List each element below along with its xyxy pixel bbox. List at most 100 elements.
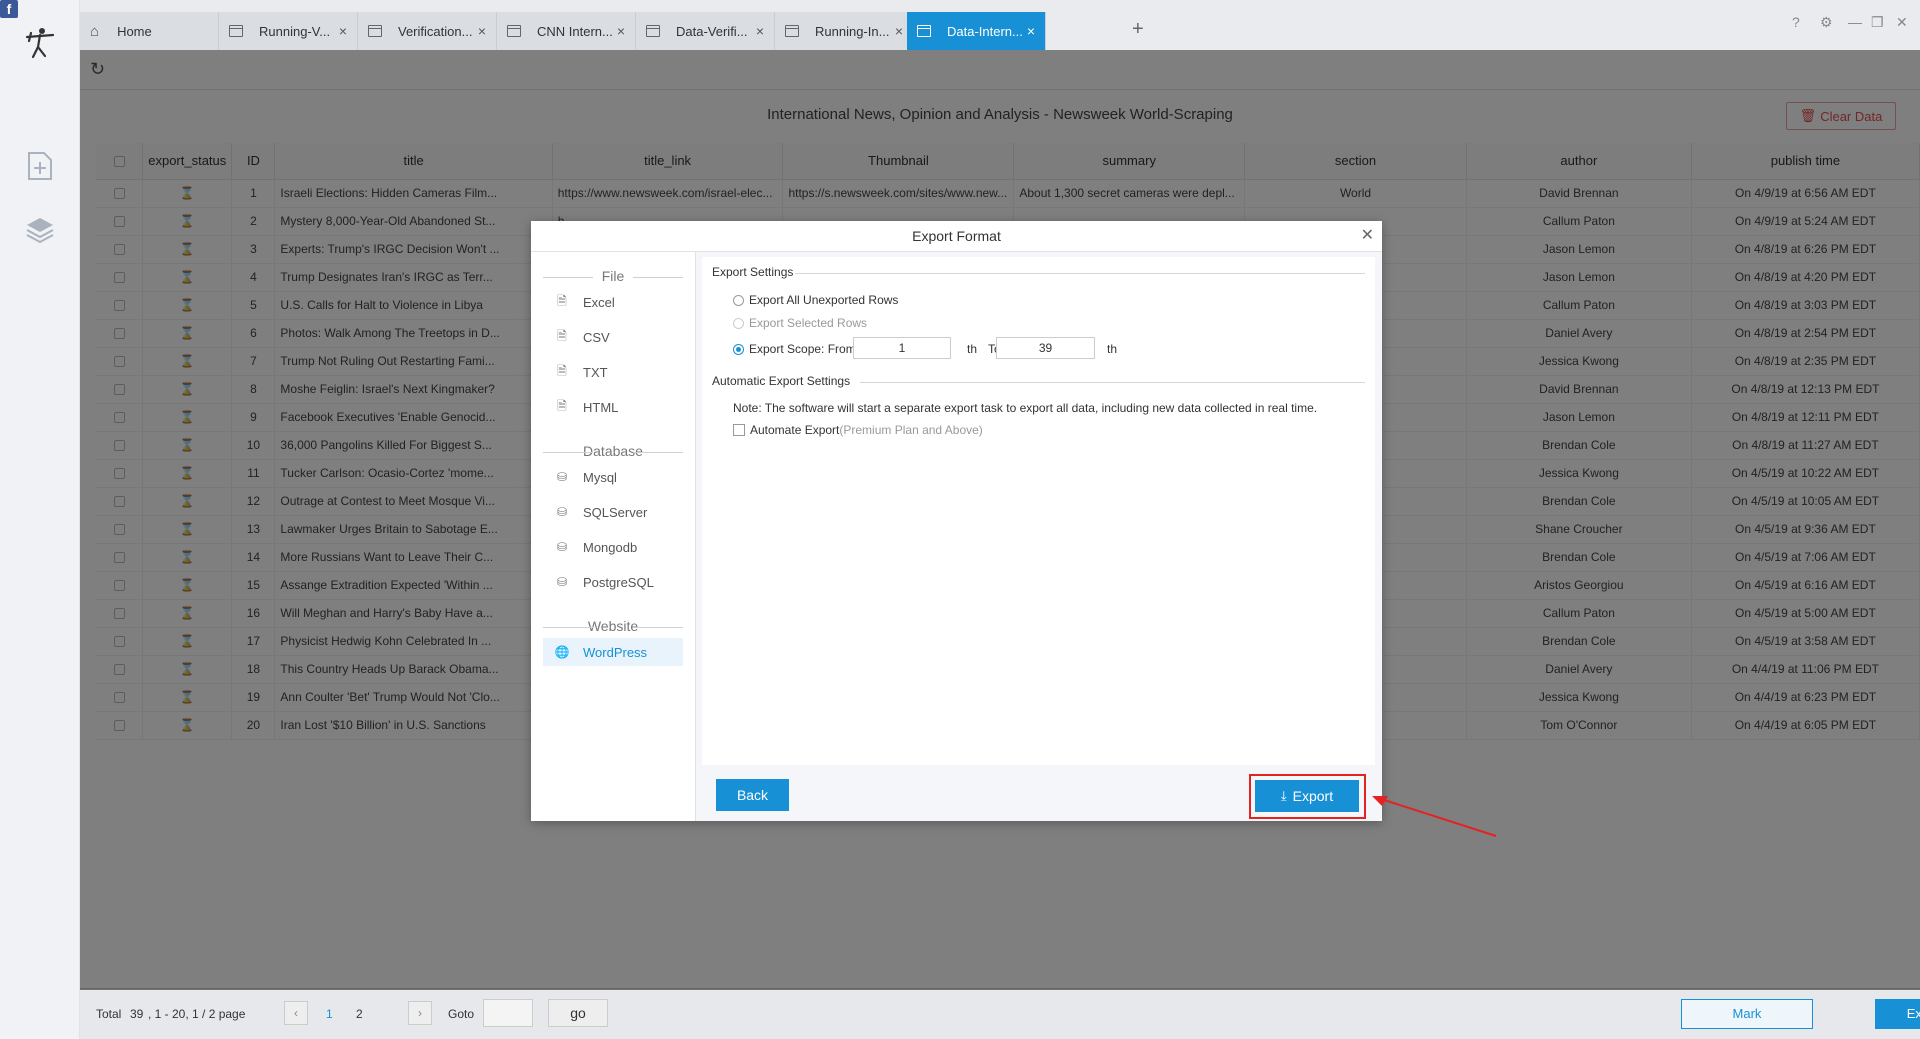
- scope-th-label: th: [1107, 342, 1118, 356]
- export-settings-panel: Export Settings Export All Unexported Ro…: [702, 257, 1375, 765]
- close-icon[interactable]: ×: [756, 23, 764, 39]
- mark-button[interactable]: Mark: [1681, 999, 1813, 1029]
- restore-icon[interactable]: ❐: [1871, 14, 1884, 31]
- close-icon[interactable]: ×: [339, 23, 347, 39]
- option-export-scope[interactable]: Export Scope: From: [733, 342, 856, 356]
- automate-export-checkbox[interactable]: [733, 424, 745, 436]
- radio-export-all[interactable]: [733, 294, 744, 306]
- goto-input[interactable]: [483, 999, 533, 1027]
- file-icon: 🗎: [557, 328, 567, 343]
- close-window-icon[interactable]: ✕: [1896, 14, 1908, 31]
- dialog-export-button[interactable]: ⤓ Export: [1255, 780, 1359, 812]
- window-icon: [917, 25, 931, 37]
- format-item-html[interactable]: 🗎 HTML: [543, 393, 683, 421]
- help-icon[interactable]: ?: [1792, 14, 1800, 30]
- go-button[interactable]: go: [548, 999, 608, 1027]
- gear-icon[interactable]: ⚙: [1820, 14, 1833, 31]
- database-icon: ⛁: [556, 575, 568, 589]
- tab-label: Verification...: [398, 23, 473, 39]
- next-page-icon[interactable]: ›: [408, 1001, 432, 1025]
- left-rail: f: [0, 0, 80, 1039]
- format-item-wordpress[interactable]: 🌐 WordPress: [543, 638, 683, 666]
- tab-label: Running-In...: [815, 23, 890, 39]
- format-label: HTML: [583, 399, 619, 415]
- total-label: Total: [96, 1007, 122, 1021]
- tab-home[interactable]: ⌂ Home: [80, 12, 219, 50]
- format-item-mysql[interactable]: ⛁ Mysql: [543, 463, 683, 491]
- tab-data-intern[interactable]: Data-Intern... ×: [907, 12, 1046, 50]
- scope-to-input[interactable]: 39: [996, 337, 1095, 359]
- close-icon[interactable]: ×: [1027, 23, 1035, 39]
- back-button[interactable]: Back: [716, 779, 789, 811]
- minimize-icon[interactable]: —: [1848, 14, 1862, 30]
- close-icon[interactable]: ×: [478, 23, 486, 39]
- option-export-all[interactable]: Export All Unexported Rows: [733, 293, 898, 307]
- format-label: PostgreSQL: [583, 574, 654, 590]
- format-item-csv[interactable]: 🗎 CSV: [543, 323, 683, 351]
- new-task-icon[interactable]: [22, 148, 58, 184]
- tab-cnn-intern[interactable]: CNN Intern... ×: [497, 12, 636, 50]
- tab-data-verifi[interactable]: Data-Verifi... ×: [636, 12, 775, 50]
- home-icon: ⌂: [90, 22, 100, 40]
- format-label: Mysql: [583, 469, 617, 485]
- website-section-header: Website: [543, 618, 683, 634]
- file-section-header: File: [543, 268, 683, 284]
- option-label: Export All Unexported Rows: [749, 293, 899, 307]
- tab-running-v[interactable]: Running-V... ×: [219, 12, 358, 50]
- database-icon: ⛁: [556, 540, 568, 554]
- format-item-mongodb[interactable]: ⛁ Mongodb: [543, 533, 683, 561]
- scope-from-input[interactable]: 1: [853, 337, 951, 359]
- pagination-footer: Total 39 , 1 - 20, 1 / 2 page ‹ 1 2 › Go…: [80, 988, 1920, 1039]
- format-label: SQLServer: [583, 504, 648, 520]
- format-item-postgresql[interactable]: ⛁ PostgreSQL: [543, 568, 683, 596]
- dialog-title: Export Format: [531, 221, 1382, 252]
- tab-label: Data-Verifi...: [676, 23, 748, 39]
- format-item-txt[interactable]: 🗎 TXT: [543, 358, 683, 386]
- file-icon: 🗎: [557, 363, 567, 378]
- tab-running-in[interactable]: Running-In... ×: [775, 12, 914, 50]
- add-tab-icon[interactable]: +: [1132, 18, 1144, 41]
- option-label: Export Selected Rows: [749, 316, 868, 330]
- option-label: Export Scope: From: [749, 342, 856, 356]
- app-logo-icon: [22, 24, 58, 60]
- download-icon: ⤓: [1280, 788, 1287, 803]
- close-icon[interactable]: ×: [895, 23, 903, 39]
- window-icon: [646, 25, 660, 37]
- divider: [860, 382, 1365, 383]
- facebook-icon[interactable]: f: [0, 0, 18, 18]
- tab-bar: ⌂ Home Running-V... × Verification... × …: [80, 0, 1920, 50]
- scope-th-label: th: [967, 342, 978, 356]
- layers-icon[interactable]: [22, 212, 58, 248]
- file-icon: 🗎: [557, 398, 567, 413]
- format-label: TXT: [583, 364, 608, 380]
- goto-label: Goto: [448, 1007, 475, 1021]
- format-item-sqlserver[interactable]: ⛁ SQLServer: [543, 498, 683, 526]
- auto-export-note: Note: The software will start a separate…: [733, 401, 1318, 415]
- globe-icon: 🌐: [554, 645, 570, 659]
- page-range: , 1 - 20, 1 / 2 page: [148, 1007, 246, 1021]
- pointer-arrow-icon: [1372, 796, 1497, 837]
- option-label: Automate Export: [750, 423, 840, 437]
- format-item-excel[interactable]: 🗎 Excel: [543, 288, 683, 316]
- file-icon: 🗎: [557, 293, 567, 308]
- export-settings-header: Export Settings: [712, 265, 794, 279]
- prev-page-icon[interactable]: ‹: [284, 1001, 308, 1025]
- format-label: Mongodb: [583, 539, 638, 555]
- close-icon[interactable]: ✕: [1361, 225, 1374, 245]
- footer-export-button[interactable]: Export: [1875, 999, 1920, 1029]
- tab-label: Home: [117, 23, 152, 39]
- export-label: Export: [1292, 788, 1334, 804]
- tab-label: Data-Intern...: [947, 23, 1023, 39]
- page-2[interactable]: 2: [356, 1007, 363, 1021]
- tab-verification[interactable]: Verification... ×: [358, 12, 497, 50]
- option-automate-export[interactable]: Automate Export (Premium Plan and Above): [733, 423, 983, 437]
- premium-note: (Premium Plan and Above): [839, 423, 983, 437]
- auto-export-settings-header: Automatic Export Settings: [712, 374, 851, 388]
- page-1[interactable]: 1: [326, 1007, 333, 1021]
- close-icon[interactable]: ×: [617, 23, 625, 39]
- radio-export-scope[interactable]: [733, 343, 744, 355]
- format-label: CSV: [583, 329, 610, 345]
- format-label: WordPress: [583, 644, 648, 660]
- export-format-dialog: Export Format ✕ File 🗎 Excel 🗎 CSV 🗎 TXT 🗎 H…: [531, 221, 1382, 821]
- database-section-header: Database: [543, 443, 683, 459]
